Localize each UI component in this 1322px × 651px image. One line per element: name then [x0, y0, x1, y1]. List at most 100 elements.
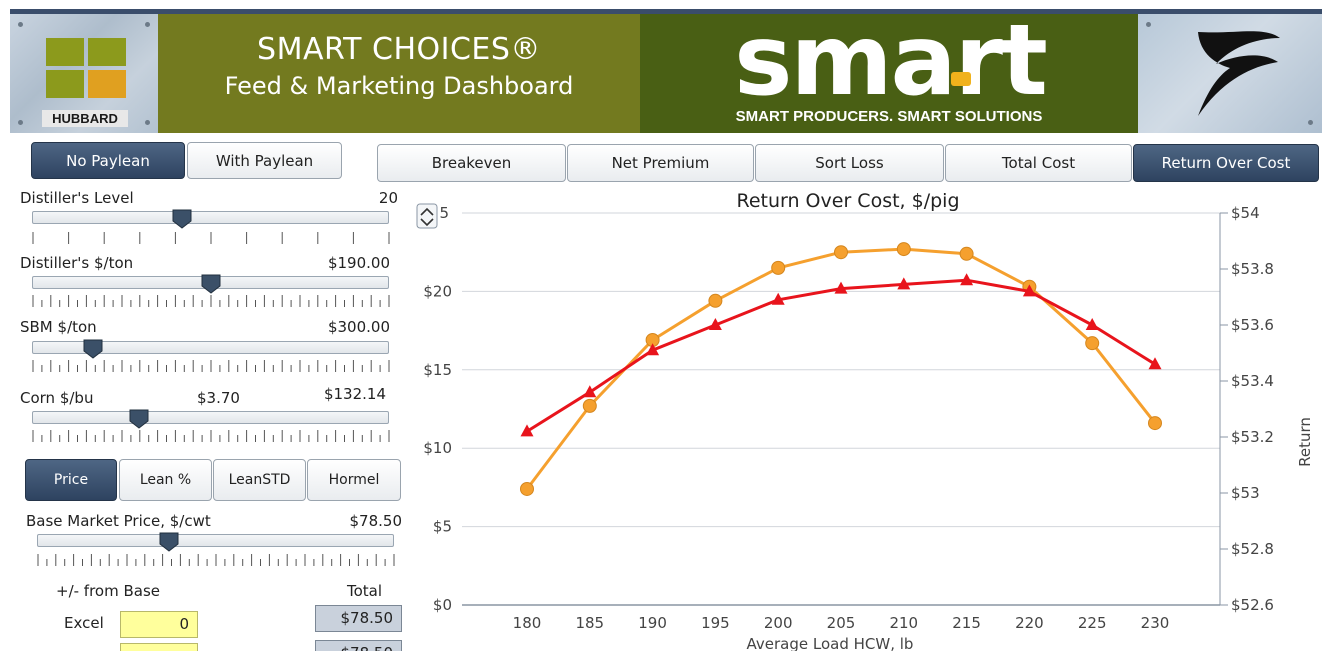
right-axis-tick-label: $53 — [1231, 484, 1260, 502]
corn-price-ticks — [32, 430, 390, 442]
smart-brand-word: smart — [734, 9, 1048, 118]
row2-total: $78.50 — [315, 640, 402, 651]
x-axis-tick-label: 185 — [575, 614, 604, 632]
tab-sort-loss[interactable]: Sort Loss — [755, 144, 944, 182]
hubbard-logo-plate: HUBBARD — [10, 14, 158, 133]
x-axis-tick-label: 220 — [1015, 614, 1044, 632]
right-axis-tick-label: $53.8 — [1231, 260, 1274, 278]
x-axis-tick-label: 215 — [952, 614, 981, 632]
sbm-price-slider-thumb[interactable] — [82, 338, 104, 360]
x-axis-tick-label: 195 — [701, 614, 730, 632]
right-axis-tick-label: $53.6 — [1231, 316, 1274, 334]
distillers-price-label: Distiller's $/ton — [20, 254, 134, 272]
base-market-price-slider-thumb[interactable] — [158, 531, 180, 553]
header-banner: HUBBARD SMART CHOICES® Feed & Marketing … — [10, 9, 1322, 133]
base-market-price-ticks — [37, 554, 395, 566]
right-axis-title: Return — [1296, 417, 1314, 467]
logo-square — [46, 38, 84, 66]
rivet-icon — [145, 22, 150, 27]
left-axis-tick-label: $5 — [433, 518, 452, 536]
tab-hormel[interactable]: Hormel — [307, 459, 401, 501]
logo-square — [46, 70, 84, 98]
data-point — [708, 293, 723, 308]
excel-total: $78.50 — [315, 605, 402, 632]
sbm-price-ticks — [32, 360, 390, 372]
tab-lean-percent[interactable]: Lean % — [119, 459, 212, 501]
right-axis-tick-label: $54 — [1231, 204, 1260, 222]
with-paylean-button[interactable]: With Paylean — [187, 142, 342, 179]
left-axis-tick-label: 5 — [439, 204, 449, 222]
base-market-price-slider-track[interactable] — [37, 534, 394, 547]
x-axis-tick-label: 225 — [1078, 614, 1107, 632]
rivet-icon — [145, 120, 150, 125]
data-point — [520, 424, 534, 437]
smart-brand-block: smart SMART PRODUCERS. SMART SOLUTIONS — [640, 14, 1138, 133]
rivet-icon — [18, 22, 23, 27]
base-market-price-label: Base Market Price, $/cwt — [26, 512, 211, 530]
series-orange — [520, 242, 1162, 496]
row2-input[interactable] — [120, 643, 198, 651]
x-axis-title: Average Load HCW, lb — [747, 635, 914, 651]
return-over-cost-chart: Return Over Cost, $/pig Average Load HCW… — [416, 190, 1314, 651]
tab-return-over-cost[interactable]: Return Over Cost — [1133, 144, 1319, 182]
tab-leanstd[interactable]: LeanSTD — [213, 459, 306, 501]
corn-price-slider-track[interactable] — [32, 411, 389, 424]
x-axis-tick-label: 200 — [764, 614, 793, 632]
data-point — [834, 245, 848, 260]
excel-label: Excel — [64, 614, 104, 632]
logo-square — [88, 38, 126, 66]
data-point — [1148, 416, 1162, 431]
distillers-level-slider-track[interactable] — [32, 211, 389, 224]
chart-gridlines — [462, 212, 1220, 528]
data-point — [959, 246, 974, 261]
data-point — [520, 481, 534, 496]
x-axis-tick-label: 230 — [1141, 614, 1170, 632]
tab-price[interactable]: Price — [25, 459, 117, 501]
tab-breakeven[interactable]: Breakeven — [377, 144, 566, 182]
rivet-icon — [1308, 120, 1313, 125]
axis-scroll-spinner[interactable] — [416, 203, 438, 229]
right-axis-tick-label: $52.6 — [1231, 596, 1274, 614]
data-point — [771, 260, 786, 275]
series-line — [526, 278, 1156, 433]
distillers-level-label: Distiller's Level — [20, 189, 134, 207]
app-title: SMART CHOICES® — [257, 32, 541, 67]
left-axis-tick-label: $10 — [423, 439, 452, 457]
right-axis-tick-label: $53.2 — [1231, 428, 1274, 446]
tab-net-premium[interactable]: Net Premium — [567, 144, 754, 182]
base-market-price-value: $78.50 — [349, 512, 403, 530]
corn-price-slider-thumb[interactable] — [128, 408, 150, 430]
x-axis-tick-label: 210 — [889, 614, 918, 632]
hubbard-logo-text: HUBBARD — [42, 110, 128, 127]
distillers-price-slider-thumb[interactable] — [200, 273, 222, 295]
tab-total-cost[interactable]: Total Cost — [945, 144, 1132, 182]
data-point — [896, 242, 911, 257]
hubbard-logo: HUBBARD — [40, 36, 130, 127]
x-axis-ticks: 180 185 190 195 200 205 210 215 220 225 230 — [513, 614, 1170, 632]
distillers-price-value: $190.00 — [327, 254, 390, 272]
logo-square — [88, 70, 126, 98]
excel-input[interactable]: 0 — [120, 611, 198, 638]
banner-title-block: SMART CHOICES® Feed & Marketing Dashboar… — [158, 14, 640, 133]
distillers-level-slider-thumb[interactable] — [171, 208, 193, 230]
series-red — [520, 273, 1162, 437]
right-axis-ticks: $52.6 $52.8 $53 $53.2 $53.4 $53.6 $53.8 $54 — [1220, 204, 1274, 614]
left-axis-tick-label: $15 — [423, 361, 452, 379]
data-point — [582, 398, 597, 413]
x-axis-tick-label: 190 — [638, 614, 667, 632]
brand-tagline: SMART PRODUCERS. SMART SOLUTIONS — [735, 108, 1043, 125]
sbm-price-value: $300.00 — [327, 318, 390, 336]
data-point — [1085, 336, 1100, 351]
x-axis-tick-label: 180 — [513, 614, 542, 632]
chart-title: Return Over Cost, $/pig — [736, 190, 959, 212]
app-subtitle: Feed & Marketing Dashboard — [224, 72, 574, 100]
rivet-icon — [18, 120, 23, 125]
distillers-level-ticks — [32, 232, 390, 244]
total-header: Total — [346, 582, 382, 600]
corn-price-value: $132.14 — [323, 385, 386, 403]
no-paylean-button[interactable]: No Paylean — [31, 142, 185, 179]
sbm-price-label: SBM $/ton — [20, 318, 97, 336]
swirl-logo-icon — [1198, 31, 1280, 117]
left-axis-tick-label: $20 — [423, 282, 452, 300]
corn-bushel-value: $3.70 — [197, 389, 240, 407]
